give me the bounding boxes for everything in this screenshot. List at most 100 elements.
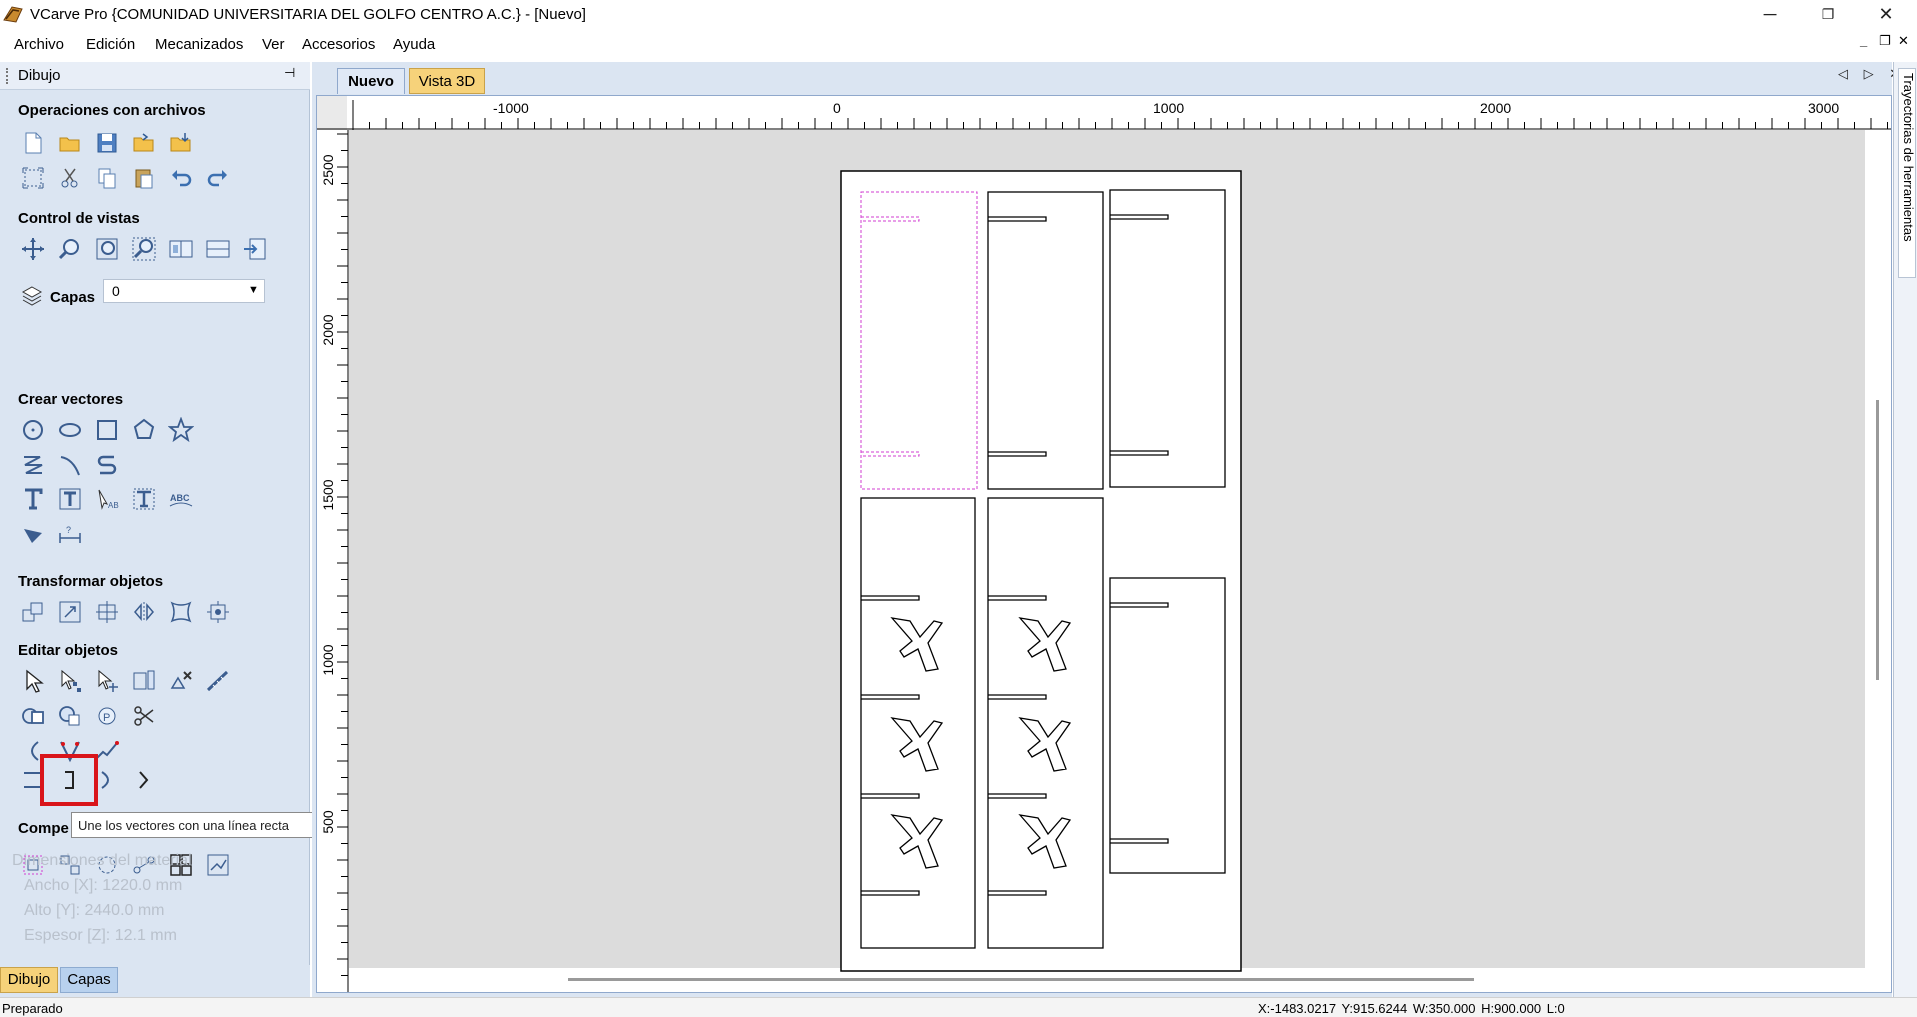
zoom-selection-icon[interactable] [129, 234, 159, 264]
tab-vista-3d[interactable]: Vista 3D [409, 68, 485, 94]
nesting-icon[interactable] [203, 850, 233, 880]
open-file-icon[interactable] [55, 128, 85, 158]
star-icon[interactable] [166, 415, 196, 445]
undo-icon[interactable] [166, 163, 196, 193]
menu-mecanizados[interactable]: Mecanizados [155, 36, 243, 53]
distort-icon[interactable] [166, 597, 196, 627]
text-on-curve-icon[interactable]: AB [92, 484, 122, 514]
material-thickness: Espesor [Z]: 12.1 mm [24, 927, 177, 944]
restore-button[interactable]: ❐ [1800, 0, 1856, 30]
open-folder-icon[interactable] [129, 128, 159, 158]
vertical-ruler: 2500 2000 1500 1000 500 [317, 130, 349, 992]
hruler-label: 0 [833, 100, 841, 116]
measure-icon[interactable]: ? [55, 519, 85, 549]
menu-bar [0, 30, 1917, 60]
polygon-icon[interactable] [129, 415, 159, 445]
material-width: Ancho [X]: 1220.0 mm [24, 877, 183, 894]
status-text: Preparado [2, 1001, 63, 1016]
select-pointer-icon[interactable] [18, 666, 48, 696]
ellipse-icon[interactable] [55, 415, 85, 445]
close-button[interactable]: ✕ [1858, 0, 1914, 30]
align-icon[interactable] [92, 597, 122, 627]
measure-tool-icon[interactable] [203, 666, 233, 696]
menu-ayuda[interactable]: Ayuda [393, 36, 435, 53]
toolpaths-label: Trayectorias de herramientas [1901, 73, 1916, 242]
layers-icon [20, 284, 44, 312]
view-horizontal-icon[interactable] [203, 234, 233, 264]
text-icon[interactable] [18, 484, 48, 514]
text-box-icon[interactable] [55, 484, 85, 514]
zoom-icon[interactable] [55, 234, 85, 264]
move-icon[interactable] [18, 597, 48, 627]
menu-archivo[interactable]: Archivo [14, 36, 64, 53]
toolpaths-tab[interactable]: Trayectorias de herramientas [1898, 68, 1916, 278]
minimize-button[interactable]: ─ [1742, 0, 1798, 30]
pin-icon[interactable]: ⊣ [284, 65, 295, 81]
circle-icon[interactable] [18, 415, 48, 445]
svg-text:AB: AB [108, 501, 119, 510]
vertical-scrollbar[interactable] [1876, 400, 1879, 680]
menu-accesorios[interactable]: Accesorios [302, 36, 375, 53]
node-edit-icon[interactable] [55, 666, 85, 696]
horizontal-scrollbar[interactable] [568, 978, 1474, 981]
cursor-coordinates: X:-1483.0217 Y:915.6244 W:350.000 H:900.… [1258, 1001, 1565, 1016]
select-all-icon[interactable] [18, 163, 48, 193]
import-icon[interactable] [166, 128, 196, 158]
curve-icon[interactable] [92, 450, 122, 480]
zoom-extents-icon[interactable] [92, 234, 122, 264]
svg-text:?: ? [66, 525, 71, 535]
pan-icon[interactable] [18, 234, 48, 264]
panel-grip[interactable] [6, 68, 9, 84]
extend-vector-icon[interactable] [129, 765, 159, 795]
section-edit-objects: Editar objetos [18, 642, 119, 659]
weld-icon[interactable] [18, 701, 48, 731]
tab-dibujo[interactable]: Dibujo [0, 967, 58, 993]
layer-select[interactable]: 0 [103, 279, 265, 303]
mdi-close-button[interactable]: ✕ [1898, 33, 1909, 49]
view-split-icon[interactable] [166, 234, 196, 264]
rectangle-icon[interactable] [92, 415, 122, 445]
copy-icon[interactable] [92, 163, 122, 193]
save-icon[interactable] [92, 128, 122, 158]
mdi-restore-button[interactable]: ❐ [1879, 33, 1891, 49]
text-autolayout-icon[interactable] [129, 484, 159, 514]
section-view-control: Control de vistas [18, 210, 140, 227]
status-bar [0, 997, 1917, 1017]
arc-icon[interactable] [55, 450, 85, 480]
polyline-icon[interactable] [18, 450, 48, 480]
svg-text:ABC: ABC [170, 493, 190, 503]
tab-nuevo[interactable]: Nuevo [337, 68, 405, 94]
new-file-icon[interactable] [18, 128, 48, 158]
trim-icon[interactable]: P [92, 701, 122, 731]
interactive-transform-icon[interactable] [92, 666, 122, 696]
subtract-icon[interactable] [55, 701, 85, 731]
section-create-vectors: Crear vectores [18, 391, 124, 408]
cut-icon[interactable] [55, 163, 85, 193]
paste-icon[interactable] [129, 163, 159, 193]
hruler-label: 2000 [1480, 100, 1511, 116]
dimension-icon[interactable] [18, 519, 48, 549]
text-arc-icon[interactable]: ABC [166, 484, 196, 514]
scale-icon[interactable] [55, 597, 85, 627]
hruler-label: 1000 [1153, 100, 1184, 116]
size-position-icon[interactable] [129, 666, 159, 696]
vruler-label: 1000 [320, 644, 336, 675]
view-export-icon[interactable] [240, 234, 270, 264]
vcarve-app-icon [2, 4, 24, 24]
redo-icon[interactable] [203, 163, 233, 193]
section-file-operations: Operaciones con archivos [18, 102, 206, 119]
hruler-label: 3000 [1808, 100, 1839, 116]
horizontal-ruler: -1000 0 1000 2000 3000 [317, 96, 1891, 130]
section-compensation: Compe [18, 820, 69, 837]
delete-vector-icon[interactable] [166, 666, 196, 696]
chevron-down-icon[interactable]: ▼ [248, 284, 259, 296]
menu-ver[interactable]: Ver [262, 36, 285, 53]
mirror-icon[interactable] [129, 597, 159, 627]
menu-edicion[interactable]: Edición [86, 36, 135, 53]
scissors-icon[interactable] [129, 701, 159, 731]
mdi-minimize-button[interactable]: _ [1860, 33, 1867, 48]
nest-icon[interactable] [203, 597, 233, 627]
panel-title: Dibujo [18, 67, 61, 84]
tab-capas[interactable]: Capas [60, 967, 118, 993]
material-dimensions-label: Dimensiones del material [12, 852, 192, 869]
